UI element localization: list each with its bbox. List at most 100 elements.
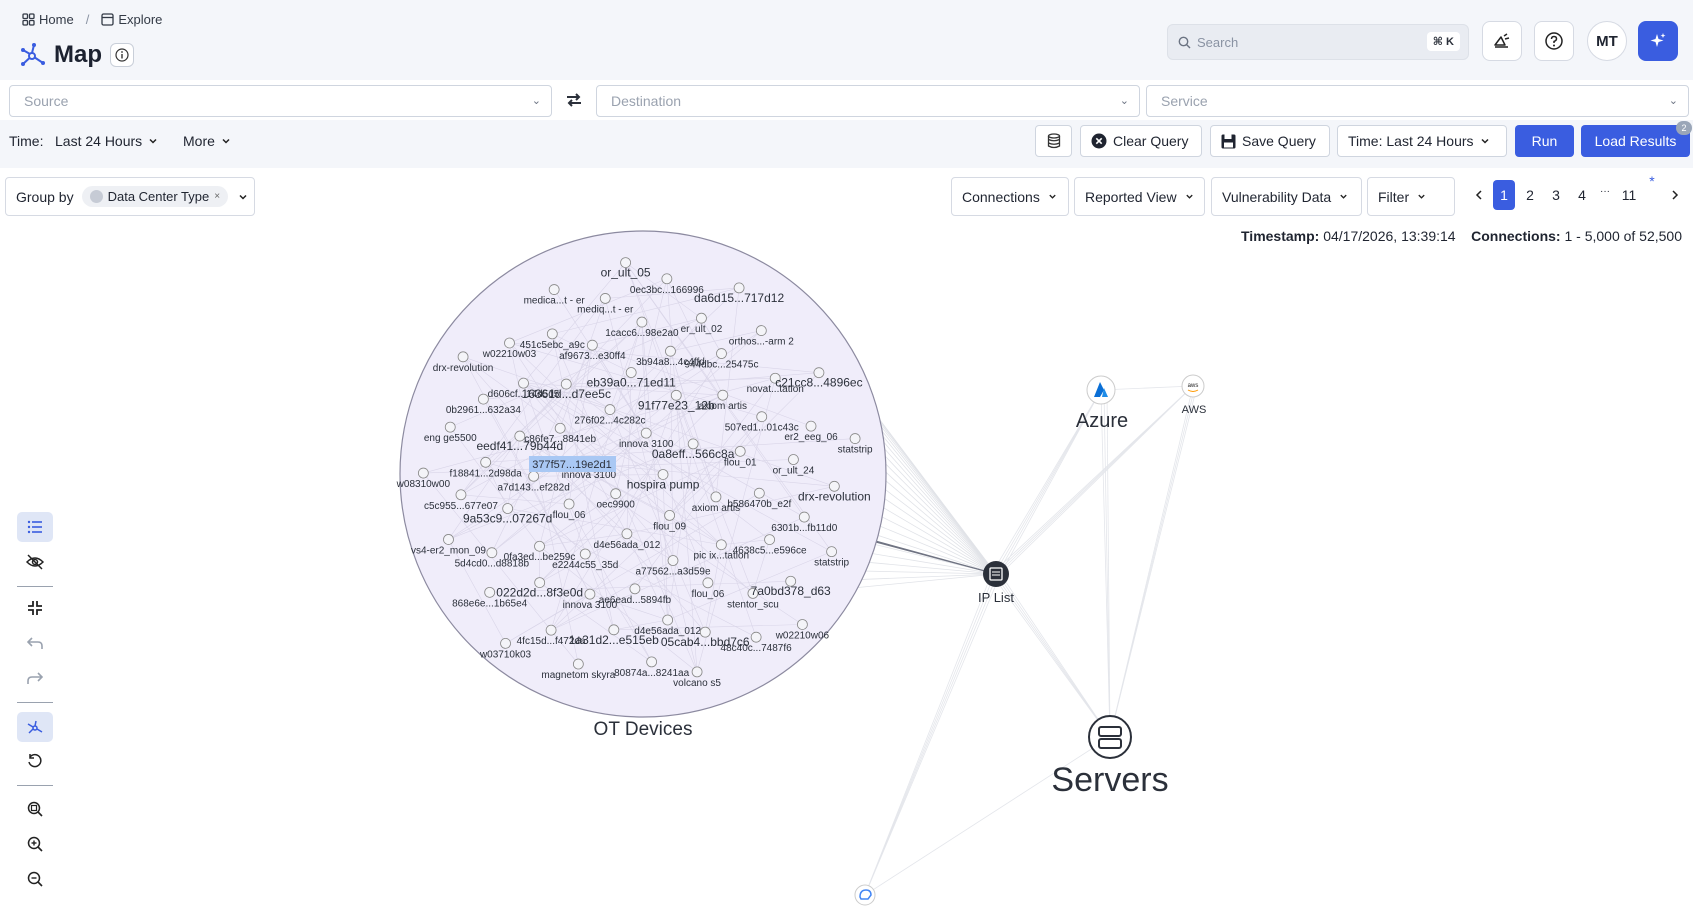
device-label: 4638c5...e596ce [733,546,807,557]
device-icon [572,658,584,670]
device-label: w02210w06 [775,630,830,641]
user-avatar[interactable]: MT [1587,21,1627,61]
device-icon [584,588,596,600]
device-label: or_ult_05 [601,266,651,280]
device-icon [640,427,652,439]
device-icon [661,273,673,285]
aws-label: AWS [1182,404,1207,416]
hide-button[interactable] [17,547,53,577]
pagination-prev[interactable] [1468,180,1490,210]
database-button[interactable] [1035,125,1072,157]
vulnerability-data-dropdown[interactable]: Vulnerability Data [1211,177,1362,216]
pagination-next[interactable] [1664,180,1686,210]
device-label: vs4-er2_mon_09 [411,545,486,556]
help-button[interactable] [1534,21,1574,61]
highlighted-node-label[interactable]: 377f57...19e2d1 [532,459,612,471]
device-label: magnetom skyra [541,670,615,681]
layout-button[interactable] [17,712,53,742]
destination-select[interactable]: Destination ⌄ [596,85,1140,117]
breadcrumb-home[interactable]: Home [22,12,74,27]
breadcrumb-explore[interactable]: Explore [101,12,162,27]
device-icon [629,583,641,595]
cluster-label: OT Devices [594,719,693,740]
pagination-page-3[interactable]: 3 [1545,180,1567,210]
servers-label: Servers [1051,761,1168,799]
map-edge [864,573,992,896]
device-icon [518,377,529,389]
aws-node[interactable]: aws AWS [1181,374,1207,416]
source-select[interactable]: Source ⌄ [9,85,552,117]
network-map[interactable]: hospira pumpoec9900innova 3100flou_09inn… [0,230,1693,906]
pagination-ellipsis: ··· [1600,185,1610,197]
servers-node[interactable]: Servers [1051,715,1169,799]
device-icon [610,488,622,500]
run-button[interactable]: Run [1515,125,1574,157]
device-icon [756,411,768,423]
pagination-page-4[interactable]: 4 [1571,180,1593,210]
announcements-button[interactable] [1482,21,1522,61]
device-label: b586470b_e2f [727,499,791,510]
filter-dropdown[interactable]: Filter [1367,177,1455,216]
pagination-page-11[interactable]: 11 [1617,180,1641,210]
chevron-down-icon [1418,194,1425,199]
more-dropdown[interactable]: More [183,133,231,149]
redo-button[interactable] [17,663,53,693]
zoom-out-button[interactable] [17,864,53,894]
connections-dropdown[interactable]: Connections [951,177,1069,216]
device-label: 9a53c9...07267d [463,512,552,526]
azure-node[interactable]: Azure [1076,375,1128,432]
info-icon [115,48,129,62]
group-by-label: Group by [16,188,74,205]
group-by-chip[interactable]: Data Center Type × [81,186,229,207]
search-icon [1178,36,1191,48]
chevron-down-icon[interactable] [238,192,248,202]
chip-remove-icon[interactable]: × [214,191,220,202]
device-label: d606cf...14d5d5 [488,389,560,400]
zoom-in-button[interactable] [17,829,53,859]
search-input[interactable]: Search ⌘ K [1167,24,1469,60]
undo-button[interactable] [17,628,53,658]
device-icon [717,389,729,401]
save-query-button[interactable]: Save Query [1210,125,1330,157]
device-label: flou_01 [724,457,757,468]
pagination-page-2[interactable]: 2 [1519,180,1541,210]
device-label: f18841...2d98da [450,468,523,479]
swap-icon[interactable] [564,90,584,110]
group-by-control[interactable]: Group by Data Center Type × [5,177,255,216]
map-icon [21,43,45,66]
ai-assistant-button[interactable] [1638,21,1678,61]
info-button[interactable] [110,43,134,67]
gcp-node[interactable] [854,884,876,906]
device-icon [554,422,566,434]
time-range-button[interactable]: Time: Last 24 Hours [1337,125,1507,157]
device-label: 1cacc6...98e2a0 [605,328,679,339]
clear-query-button[interactable]: Clear Query [1080,125,1202,157]
search-shortcut: ⌘ K [1426,32,1460,51]
reported-view-dropdown[interactable]: Reported View [1074,177,1205,216]
destination-placeholder: Destination [611,93,682,109]
load-results-button[interactable]: Load Results [1581,125,1690,157]
collapse-button[interactable] [17,593,53,623]
zoom-fit-button[interactable] [17,794,53,824]
chevron-down-icon [1185,194,1193,199]
service-select[interactable]: Service ⌄ [1146,85,1689,117]
reported-view-label: Reported View [1085,188,1177,205]
device-label: eedf41...79b44d [476,439,563,453]
search-placeholder: Search [1197,34,1239,50]
more-label: More [183,133,215,149]
zoom-in-icon [27,836,43,852]
filter-label: Filter [1378,188,1410,205]
time-dropdown[interactable]: Last 24 Hours [55,133,158,149]
device-icon [563,498,575,510]
pagination-page-1[interactable]: 1 [1493,180,1515,210]
device-label: eng ge5500 [424,433,477,444]
device-icon [545,624,557,636]
reset-button[interactable] [17,746,53,776]
breadcrumb: Home / Explore [22,12,162,27]
device-icon [455,489,467,501]
device-label: orthos...-arm 2 [729,337,794,348]
device-label: c21cc8...4896ec [775,376,862,390]
device-label: hospira pump [627,477,700,491]
device-icon [805,420,817,432]
list-view-button[interactable] [17,512,53,542]
